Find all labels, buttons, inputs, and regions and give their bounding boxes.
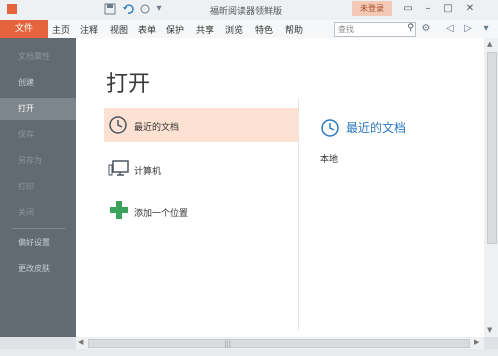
menu-help[interactable]: 帮助 (285, 23, 303, 36)
menu-form[interactable]: 表单 (138, 23, 156, 36)
backstage-sidebar: 文档属性 创建 打开 保存 另存为 打印 关闭 偏好设置 更改皮肤 (0, 38, 76, 337)
menu-home[interactable]: 主页 (52, 23, 70, 36)
vertical-scroll-thumb[interactable] (487, 52, 497, 244)
sidebar-item-open[interactable]: 打开 (0, 98, 76, 120)
option-add-location[interactable]: 添加一个位置 (104, 194, 298, 228)
menu-browse[interactable]: 浏览 (225, 23, 243, 36)
sidebar-item-preferences[interactable]: 偏好设置 (0, 232, 76, 254)
recent-documents-heading: 最近的文档 (346, 121, 407, 135)
horizontal-scrollbar[interactable]: ◀ ||| ▶ (76, 337, 484, 349)
sidebar-item-print[interactable]: 打印 (0, 176, 76, 198)
forward-icon[interactable]: ▷ (462, 23, 474, 35)
search-box[interactable]: 查找 ⚲ (334, 22, 416, 37)
login-button[interactable]: 未登录 (352, 1, 392, 16)
menu-features[interactable]: 特色 (255, 23, 273, 36)
panel-divider (298, 98, 299, 330)
sidebar-item-save-as[interactable]: 另存为 (0, 150, 76, 172)
back-icon[interactable]: ◁ (444, 23, 456, 35)
sidebar-item-close[interactable]: 关闭 (0, 202, 76, 224)
search-icon[interactable]: ⚲ (407, 23, 414, 33)
scroll-right-icon[interactable]: ▶ (474, 338, 479, 346)
horizontal-scroll-thumb[interactable]: ||| (88, 339, 470, 348)
file-tab[interactable]: 文件 (0, 20, 48, 38)
nav-dropdown-icon[interactable]: ▾ (480, 23, 492, 35)
page-title: 打开 (106, 72, 151, 97)
local-label[interactable]: 本地 (320, 152, 338, 165)
search-input[interactable]: 查找 (338, 24, 354, 35)
sidebar-item-document-properties[interactable]: 文档属性 (0, 46, 76, 68)
plus-icon (109, 200, 129, 223)
computer-icon (108, 157, 130, 182)
window-title: 福昕阅读器领鲜版 (210, 7, 283, 17)
clock-icon (108, 115, 128, 138)
minimize-icon[interactable]: – (418, 1, 438, 17)
vertical-scrollbar[interactable]: ▲ ▼ (484, 38, 498, 337)
dropdown-icon[interactable]: ▾ (153, 3, 165, 15)
title-bar: ▾ 福昕阅读器领鲜版 未登录 ▭ – □ ✕ (0, 0, 498, 21)
menu-bar: 文件 主页 注释 视图 表单 保护 共享 浏览 特色 帮助 查找 ⚲ ⚙ ◁ ▷… (0, 20, 498, 39)
sidebar-item-save[interactable]: 保存 (0, 124, 76, 146)
hand-icon[interactable] (139, 3, 151, 15)
menu-share[interactable]: 共享 (196, 23, 214, 36)
save-icon[interactable] (104, 3, 116, 15)
option-recent-documents[interactable]: 最近的文档 (104, 108, 298, 142)
menu-comment[interactable]: 注释 (80, 23, 98, 36)
sidebar-item-create[interactable]: 创建 (0, 72, 76, 94)
status-bar (0, 349, 498, 356)
scroll-grip-icon: ||| (224, 340, 232, 348)
scroll-down-icon[interactable]: ▼ (487, 326, 492, 334)
sidebar-divider (12, 228, 66, 229)
menu-protect[interactable]: 保护 (166, 23, 184, 36)
restore-icon[interactable]: ▭ (398, 1, 418, 17)
scroll-up-icon[interactable]: ▲ (487, 40, 492, 48)
option-recent-label: 最近的文档 (134, 123, 180, 133)
sidebar-item-change-skin[interactable]: 更改皮肤 (0, 258, 76, 280)
menu-view[interactable]: 视图 (110, 23, 128, 36)
option-computer-label: 计算机 (134, 167, 162, 177)
settings-icon[interactable]: ⚙ (420, 23, 432, 35)
option-add-location-label: 添加一个位置 (134, 209, 189, 219)
clock-icon (320, 118, 340, 141)
maximize-icon[interactable]: □ (438, 1, 458, 17)
app-logo-icon (6, 3, 18, 15)
undo-icon[interactable] (122, 3, 134, 15)
open-panel: 打开 最近的文档 计算机 添加一个位置 最近的文档 本地 (76, 38, 484, 337)
scroll-left-icon[interactable]: ◀ (78, 338, 83, 346)
close-icon[interactable]: ✕ (460, 1, 480, 17)
option-computer[interactable]: 计算机 (104, 152, 298, 186)
